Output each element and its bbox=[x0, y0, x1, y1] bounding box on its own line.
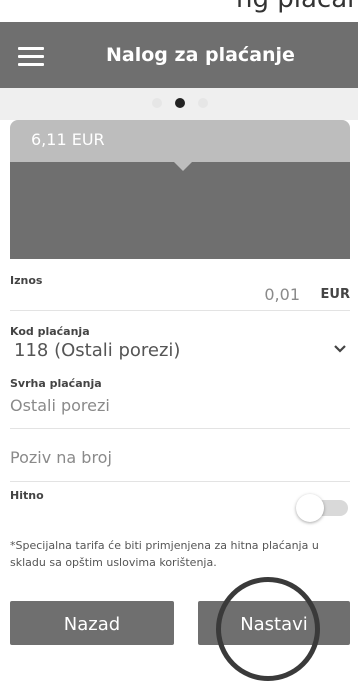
urgent-toggle[interactable] bbox=[296, 494, 348, 522]
card-body bbox=[10, 162, 350, 259]
hamburger-menu-icon[interactable] bbox=[18, 47, 44, 67]
card-pointer bbox=[174, 162, 192, 171]
card-pager bbox=[0, 88, 358, 120]
pager-dot-active[interactable] bbox=[175, 98, 185, 108]
reference-underline bbox=[10, 481, 350, 482]
cropped-title-text: ng plaćanja bbox=[236, 0, 358, 14]
tap-indicator bbox=[216, 577, 320, 681]
back-button[interactable]: Nazad bbox=[10, 601, 174, 645]
reference-number-input[interactable]: Poziv na broj bbox=[10, 448, 350, 476]
payment-code-label: Kod plaćanja bbox=[10, 325, 90, 338]
pager-dot[interactable] bbox=[198, 98, 208, 108]
amount-underline bbox=[10, 310, 350, 311]
payment-code-value: 118 (Ostali porezi) bbox=[14, 340, 181, 361]
page-title: Nalog za plaćanje bbox=[106, 44, 295, 66]
purpose-underline bbox=[10, 428, 350, 429]
card-amount: 6,11 EUR bbox=[31, 130, 105, 149]
chevron-down-icon bbox=[334, 345, 346, 353]
reference-placeholder: Poziv na broj bbox=[10, 448, 112, 467]
card-header: 6,11 EUR bbox=[10, 120, 350, 162]
purpose-label: Svrha plaćanja bbox=[10, 377, 102, 390]
payment-code-select[interactable]: 118 (Ostali porezi) bbox=[10, 338, 350, 370]
urgent-note: *Specijalna tarifa će biti primjenjena z… bbox=[10, 539, 319, 569]
toggle-knob bbox=[296, 494, 324, 522]
pager-dot[interactable] bbox=[152, 98, 162, 108]
app-bar: Nalog za plaćanje bbox=[0, 22, 358, 88]
status-strip: ng plaćanja bbox=[0, 0, 358, 22]
amount-input[interactable]: 0,01 bbox=[264, 285, 300, 304]
currency-code: EUR bbox=[320, 287, 350, 302]
account-card[interactable]: 6,11 EUR bbox=[0, 120, 358, 259]
purpose-input[interactable]: Ostali porezi bbox=[10, 396, 110, 415]
amount-label: Iznos bbox=[10, 274, 43, 287]
urgent-label: Hitno bbox=[10, 489, 44, 502]
